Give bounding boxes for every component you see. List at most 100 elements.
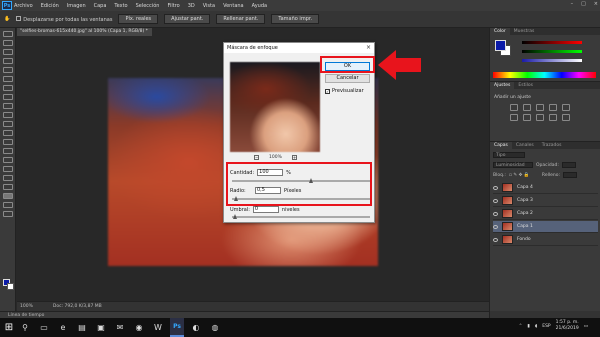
photo-filter-icon[interactable] [549,114,557,121]
lock-icons[interactable]: ▫ ✎ ✥ 🔒 [509,173,539,178]
eye-icon[interactable] [493,185,498,190]
zoom-tool-icon[interactable] [2,202,13,208]
tab-adjustments[interactable]: Ajustes [490,82,515,89]
threshold-slider[interactable] [232,214,370,219]
fit-screen-button[interactable]: Ajustar pant. [164,14,211,24]
checkbox-icon[interactable] [16,15,22,21]
fill-input[interactable] [563,172,577,178]
blend-mode-select[interactable]: Luminosidad [493,162,533,168]
preview-checkbox[interactable]: ✓ [325,88,330,94]
move-tool-icon[interactable] [2,31,13,37]
tab-paths[interactable]: Trazados [538,142,566,149]
minimize-icon[interactable]: – [571,1,574,7]
green-slider[interactable] [522,50,582,53]
gradient-tool-icon[interactable] [2,130,13,136]
layer-row[interactable]: Fondo [493,234,598,246]
filter-preview[interactable] [230,62,320,152]
document-tab[interactable]: "selfies-bromas-615x440.jpg" al 100% (Ca… [17,28,152,36]
timeline-tab[interactable]: Línea de tiempo [0,311,489,318]
history-brush-tool-icon[interactable] [2,112,13,118]
menu-seleccion[interactable]: Selección [136,3,160,9]
menu-capa[interactable]: Capa [94,3,107,9]
layer-row-selected[interactable]: Capa 1 [493,221,598,233]
threshold-slider-handle[interactable] [233,214,237,219]
eye-icon[interactable] [493,224,498,229]
tray-arrow-icon[interactable]: ⌃ [519,324,523,329]
more-tools-icon[interactable] [2,211,13,217]
app-icon[interactable]: ◍ [208,318,222,337]
crop-tool-icon[interactable] [2,67,13,73]
preview-option[interactable]: ✓ Previsualizar [325,88,364,94]
color-spectrum[interactable] [493,72,596,78]
hand-tool-icon[interactable] [2,193,13,199]
blur-tool-icon[interactable] [2,139,13,145]
panel-foreground-swatch[interactable] [495,40,506,51]
zoom-level[interactable]: 100% [20,304,33,309]
menu-imagen[interactable]: Imagen [67,3,86,9]
path-selection-tool-icon[interactable] [2,175,13,181]
menu-vista[interactable]: Vista [203,3,215,9]
chrome-icon[interactable]: ◉ [132,318,146,337]
cancel-button[interactable]: Cancelar [325,74,370,83]
print-size-button[interactable]: Tamaño impr. [271,14,320,24]
tab-layers[interactable]: Capas [490,142,512,149]
task-view-icon[interactable]: ▭ [37,318,51,337]
menu-edicion[interactable]: Edición [41,3,59,9]
opacity-input[interactable] [561,162,576,168]
type-tool-icon[interactable] [2,166,13,172]
pen-tool-icon[interactable] [2,157,13,163]
layers-footer-buttons[interactable] [490,311,600,318]
exposure-icon[interactable] [549,104,557,111]
hue-saturation-icon[interactable] [510,114,518,121]
store-icon[interactable]: ▣ [94,318,108,337]
quick-selection-tool-icon[interactable] [2,58,13,64]
edge-icon[interactable]: e [56,318,70,337]
brush-tool-icon[interactable] [2,94,13,100]
photoshop-taskbar-icon[interactable]: Ps [170,318,184,337]
layer-kind-filter[interactable]: Tipo [493,152,525,158]
browser-icon[interactable]: ◐ [189,318,203,337]
curves-icon[interactable] [536,104,544,111]
menu-texto[interactable]: Texto [114,3,127,9]
dodge-tool-icon[interactable] [2,148,13,154]
scroll-all-option[interactable]: Desplazarse por todas las ventanas [16,15,112,23]
eye-icon[interactable] [493,237,498,242]
shape-tool-icon[interactable] [2,184,13,190]
volume-icon[interactable]: ◖ [535,324,537,329]
close-icon[interactable]: × [366,43,371,53]
windows-start-icon[interactable]: ⊞ [0,318,18,337]
language-indicator[interactable]: ESP [542,324,550,329]
network-icon[interactable]: ▮ [527,324,529,329]
actual-pixels-button[interactable]: Píx. reales [118,14,159,24]
clone-stamp-tool-icon[interactable] [2,103,13,109]
channel-mixer-icon[interactable] [562,114,570,121]
eraser-tool-icon[interactable] [2,121,13,127]
marquee-tool-icon[interactable] [2,40,13,46]
menu-ventana[interactable]: Ventana [223,3,244,9]
blue-slider[interactable] [522,59,582,62]
eye-icon[interactable] [493,211,498,216]
background-color-swatch[interactable] [7,283,14,290]
hand-tool-icon[interactable]: ✋ [4,16,10,22]
notifications-icon[interactable]: ▭ [584,324,588,329]
search-icon[interactable]: ⚲ [18,318,32,337]
maximize-icon[interactable]: □ [581,1,586,7]
zoom-out-icon[interactable]: − [254,155,259,160]
tab-color[interactable]: Color [490,28,510,35]
tab-styles[interactable]: Estilos [514,82,537,89]
threshold-input[interactable]: 0 [252,206,279,213]
layer-row[interactable]: Capa 4 [493,182,598,194]
word-icon[interactable]: W [151,318,165,337]
zoom-in-icon[interactable]: + [291,155,297,160]
black-white-icon[interactable] [536,114,544,121]
menu-3d[interactable]: 3D [188,3,195,9]
levels-icon[interactable] [523,104,531,111]
eyedropper-tool-icon[interactable] [2,76,13,82]
brightness-icon[interactable] [510,104,518,111]
menu-ayuda[interactable]: Ayuda [252,3,267,9]
fill-screen-button[interactable]: Rellenar pant. [216,14,266,24]
menu-archivo[interactable]: Archivo [14,3,33,9]
healing-brush-tool-icon[interactable] [2,85,13,91]
layer-row[interactable]: Capa 2 [493,208,598,220]
red-slider[interactable] [522,41,582,44]
